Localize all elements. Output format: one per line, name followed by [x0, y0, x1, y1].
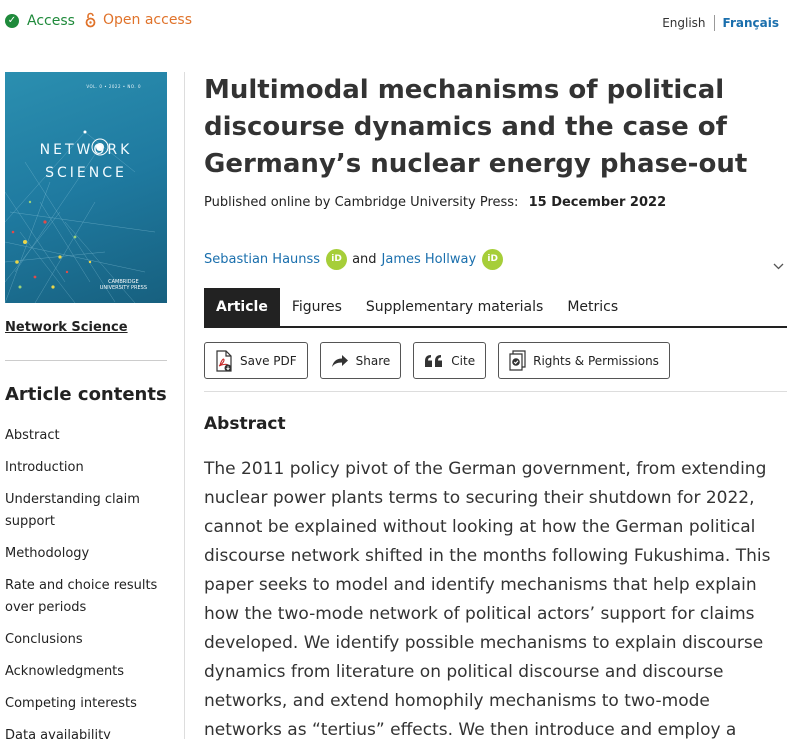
open-access-indicator: Open access — [85, 12, 192, 28]
contents-item-methodology[interactable]: Methodology — [5, 543, 165, 565]
contents-item-introduction[interactable]: Introduction — [5, 457, 165, 479]
author-conjunction: and — [352, 252, 377, 267]
article-tabs: Article Figures Supplementary materials … — [204, 288, 787, 328]
contents-item-rate-and-choice[interactable]: Rate and choice results over periods — [5, 575, 165, 619]
access-indicator: ✓ Access — [5, 13, 75, 29]
quote-icon — [425, 354, 443, 367]
published-prefix: Published online by Cambridge University… — [204, 195, 519, 210]
chevron-down-icon[interactable] — [773, 262, 784, 273]
contents-item-understanding-claim-support[interactable]: Understanding claim support — [5, 489, 165, 533]
share-icon — [331, 354, 348, 367]
journal-link[interactable]: Network Science — [5, 320, 128, 335]
content-divider — [204, 391, 787, 392]
cover-issue-line: VOL. 0 • 2022 • NO. 0 — [86, 84, 141, 89]
published-date: 15 December 2022 — [528, 195, 667, 210]
cite-label: Cite — [451, 353, 476, 368]
sidebar-vertical-divider — [184, 72, 185, 739]
contents-item-conclusions[interactable]: Conclusions — [5, 629, 165, 651]
share-button[interactable]: Share — [319, 342, 402, 379]
lang-french[interactable]: Français — [723, 16, 779, 30]
contents-item-competing-interests[interactable]: Competing interests — [5, 693, 165, 715]
sidebar-divider — [5, 360, 167, 361]
cover-title-network: NETWORK — [39, 142, 133, 158]
journal-cover[interactable]: VOL. 0 • 2022 • NO. 0 NETWORK SCIENCE CA… — [5, 72, 167, 303]
contents-item-data-availability[interactable]: Data availability — [5, 725, 165, 739]
open-lock-icon — [85, 12, 96, 28]
author-link-haunss[interactable]: Sebastian Haunss — [204, 252, 320, 267]
network-graphic — [5, 130, 156, 303]
check-icon: ✓ — [5, 14, 19, 28]
save-pdf-label: Save PDF — [240, 353, 297, 368]
abstract-text: The 2011 policy pivot of the German gove… — [204, 459, 771, 739]
contents-item-acknowledgments[interactable]: Acknowledgments — [5, 661, 165, 683]
top-bar: ✓ Access Open access English Français — [0, 0, 794, 44]
publication-info: Published online by Cambridge University… — [204, 195, 666, 210]
rights-permissions-button[interactable]: Rights & Permissions — [498, 342, 670, 379]
action-buttons: Save PDF Share Cite Rights & Permissions — [204, 342, 682, 379]
tab-figures[interactable]: Figures — [280, 288, 354, 326]
tab-article[interactable]: Article — [204, 288, 280, 326]
save-pdf-button[interactable]: Save PDF — [204, 342, 308, 379]
language-switcher: English Français — [662, 15, 779, 31]
orcid-icon[interactable]: iD — [326, 249, 348, 270]
article-contents-list: Abstract Introduction Understanding clai… — [5, 425, 165, 739]
access-label: Access — [27, 13, 75, 29]
orcid-icon[interactable]: iD — [482, 249, 504, 270]
article-title: Multimodal mechanisms of political disco… — [204, 75, 748, 179]
article-contents-heading: Article contents — [5, 384, 167, 405]
open-access-label: Open access — [103, 12, 193, 28]
abstract-heading: Abstract — [204, 414, 286, 434]
lang-english[interactable]: English — [662, 16, 705, 30]
rights-icon — [509, 350, 526, 371]
cover-publisher-line2: UNIVERSITY PRESS — [99, 285, 147, 291]
cover-title-science: SCIENCE — [45, 165, 127, 181]
cover-publisher: CAMBRIDGE UNIVERSITY PRESS — [100, 279, 147, 291]
lang-divider — [713, 15, 715, 31]
pdf-icon — [216, 349, 232, 372]
contents-item-abstract[interactable]: Abstract — [5, 425, 165, 447]
author-list: Sebastian Haunss iD and James Hollway iD — [204, 249, 508, 270]
tab-supplementary-materials[interactable]: Supplementary materials — [354, 288, 555, 326]
author-link-hollway[interactable]: James Hollway — [382, 252, 477, 267]
rights-label: Rights & Permissions — [533, 353, 659, 368]
tab-metrics[interactable]: Metrics — [555, 288, 630, 326]
share-label: Share — [355, 353, 391, 368]
cite-button[interactable]: Cite — [413, 342, 487, 379]
